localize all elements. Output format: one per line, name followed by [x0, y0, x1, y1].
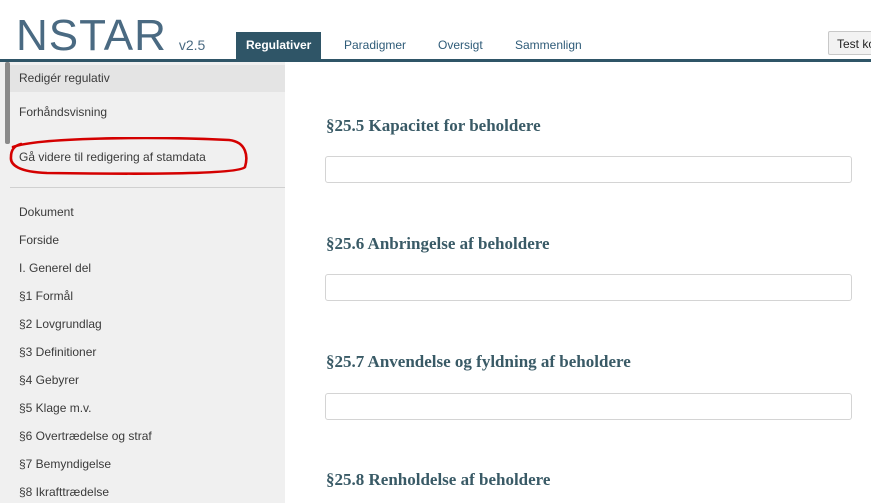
sidebar-item-formaal[interactable]: §1 Formål — [19, 289, 73, 303]
tab-regulativer[interactable]: Regulativer — [236, 32, 322, 59]
sidebar-item-overtraedelse[interactable]: §6 Overtrædelse og straf — [19, 429, 152, 443]
app-logo[interactable]: NSTAR v2.5 — [16, 14, 205, 60]
app-name: NSTAR — [16, 11, 167, 60]
sidebar-item-lovgrundlag[interactable]: §2 Lovgrundlag — [19, 317, 102, 331]
section-heading: §25.5 Kapacitet for beholdere — [326, 116, 541, 135]
section-text-field[interactable] — [325, 274, 852, 301]
sidebar-item-dokument[interactable]: Dokument — [19, 205, 74, 219]
sidebar-item-forhaandsvisning[interactable]: Forhåndsvisning — [19, 105, 107, 119]
tab-paradigmer[interactable]: Paradigmer — [334, 32, 416, 59]
sidebar-item-gebyrer[interactable]: §4 Gebyrer — [19, 373, 79, 387]
tab-sammenlign[interactable]: Sammenlign — [505, 32, 592, 59]
sidebar-item-generel-del[interactable]: I. Generel del — [19, 261, 91, 275]
section-heading: §25.6 Anbringelse af beholdere — [326, 234, 550, 253]
sidebar-item-bemyndigelse[interactable]: §7 Bemyndigelse — [19, 457, 111, 471]
section-text-field[interactable] — [325, 393, 852, 420]
section-heading: §25.7 Anvendelse og fyldning af beholder… — [326, 352, 631, 371]
test-button[interactable]: Test ko — [828, 31, 871, 55]
sidebar-item-forside[interactable]: Forside — [19, 233, 59, 247]
sidebar-item-definitioner[interactable]: §3 Definitioner — [19, 345, 96, 359]
app-version: v2.5 — [178, 37, 206, 53]
top-bar: NSTAR v2.5 Regulativer Paradigmer Oversi… — [0, 0, 871, 62]
sidebar-item-rediger-regulativ[interactable]: Redigér regulativ — [10, 65, 285, 92]
sidebar-divider — [10, 187, 285, 188]
tab-oversigt[interactable]: Oversigt — [428, 32, 493, 59]
section-heading: §25.8 Renholdelse af beholdere — [326, 470, 551, 489]
section-text-field[interactable] — [325, 156, 852, 183]
red-circle-annotation — [9, 137, 248, 175]
sidebar-item-ikrafttraedelse[interactable]: §8 Ikrafttrædelse — [19, 485, 109, 499]
sidebar-item-klage[interactable]: §5 Klage m.v. — [19, 401, 91, 415]
